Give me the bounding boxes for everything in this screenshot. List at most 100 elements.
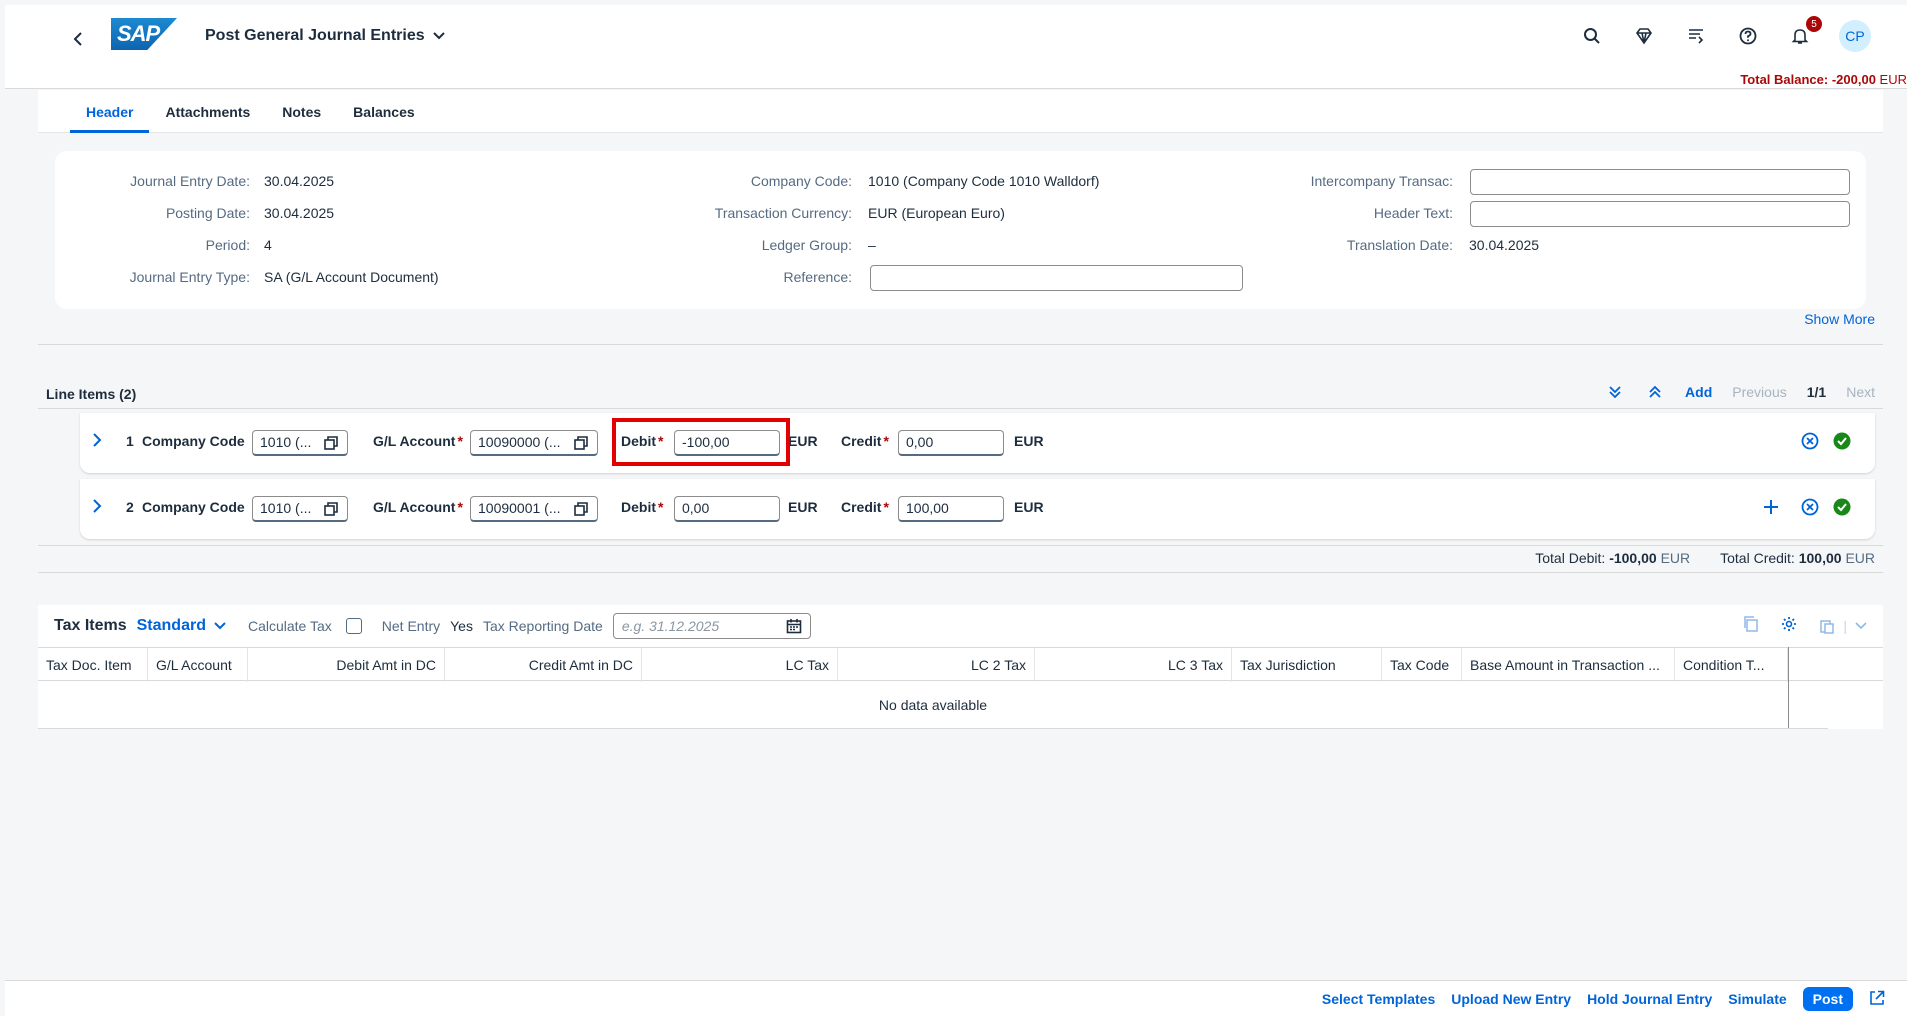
column-header[interactable]: Condition T... — [1675, 648, 1788, 682]
sap-logo[interactable]: SAP — [111, 18, 177, 50]
notes-button[interactable] — [1683, 23, 1709, 49]
double-chevron-up-icon — [1649, 385, 1661, 398]
company-code-input[interactable]: 1010 (... — [252, 496, 348, 522]
column-header[interactable]: Base Amount in Transaction ... — [1462, 648, 1675, 682]
avatar[interactable]: CP — [1839, 20, 1871, 52]
help-button[interactable] — [1735, 23, 1761, 49]
column-header[interactable]: Tax Doc. Item — [38, 648, 148, 682]
page-indicator: 1/1 — [1806, 384, 1827, 400]
header-form: Journal Entry Date: 30.04.2025 Posting D… — [55, 151, 1866, 309]
expand-row-button[interactable] — [92, 433, 102, 447]
calculate-tax-label: Calculate Tax — [247, 618, 332, 634]
success-check-icon — [1833, 432, 1851, 450]
expand-row-button[interactable] — [92, 499, 102, 513]
value-help-icon[interactable] — [323, 435, 339, 451]
collapse-all-button[interactable] — [1645, 382, 1665, 402]
line-items-toolbar: Add Previous 1/1 Next — [1605, 382, 1875, 402]
total-credit-value: 100,00 — [1798, 550, 1842, 566]
decline-icon — [1801, 432, 1819, 450]
hold-journal-entry-button[interactable]: Hold Journal Entry — [1587, 991, 1712, 1007]
tab-balances[interactable]: Balances — [337, 90, 430, 133]
tax-reporting-date-input[interactable]: e.g. 31.12.2025 — [612, 613, 811, 639]
back-button[interactable] — [67, 27, 91, 51]
chevron-right-icon — [93, 433, 102, 447]
column-header[interactable]: G/L Account — [148, 648, 248, 682]
total-debit-label: Total Debit: — [1535, 550, 1606, 566]
upload-new-entry-button[interactable]: Upload New Entry — [1451, 991, 1571, 1007]
total-balance: Total Balance: -200,00 EUR — [1740, 72, 1907, 87]
tab-notes[interactable]: Notes — [266, 90, 337, 133]
column-header[interactable]: Credit Amt in DC — [445, 648, 642, 682]
header-text-input[interactable] — [1470, 201, 1850, 227]
double-chevron-down-icon — [1609, 386, 1621, 399]
gl-account-input[interactable]: 10090001 (... — [470, 496, 598, 522]
expand-all-button[interactable] — [1605, 382, 1625, 402]
required-marker: * — [457, 499, 463, 515]
column-header[interactable]: Tax Code — [1382, 648, 1462, 682]
credit-input[interactable]: 0,00 — [898, 430, 1004, 456]
column-header[interactable]: Debit Amt in DC — [248, 648, 445, 682]
gl-account-label-text: G/L Account — [373, 433, 456, 449]
post-button[interactable]: Post — [1802, 987, 1853, 1011]
calculate-tax-checkbox[interactable] — [345, 618, 362, 634]
row-number: 1 — [126, 433, 134, 449]
net-entry-label: Net Entry — [381, 618, 441, 634]
company-code-label: Company Code — [142, 433, 245, 449]
line-item-row: 2 Company Code 1010 (... G/L Account * 10… — [80, 479, 1875, 539]
list-icon — [1689, 29, 1704, 44]
company-code-input[interactable]: 1010 (... — [252, 430, 348, 456]
diamond-icon — [1636, 28, 1652, 45]
tab-header[interactable]: Header — [70, 90, 150, 133]
debit-currency: EUR — [788, 499, 818, 515]
joule-button[interactable] — [1631, 23, 1657, 49]
simulate-button[interactable]: Simulate — [1728, 991, 1786, 1007]
variant-selector[interactable]: Standard — [137, 617, 226, 635]
column-header[interactable]: LC 3 Tax — [1035, 648, 1232, 682]
paste-menu-button[interactable]: | — [1819, 618, 1867, 634]
chevron-down-icon — [432, 32, 445, 40]
add-button[interactable]: Add — [1685, 384, 1712, 400]
value-help-icon[interactable] — [573, 435, 589, 451]
show-more-link[interactable]: Show More — [1804, 311, 1875, 327]
divider — [38, 572, 1883, 573]
reference-input[interactable] — [870, 265, 1243, 291]
tax-items-table: Tax Items Standard Calculate Tax Net Ent… — [38, 605, 1883, 729]
tab-attachments[interactable]: Attachments — [149, 90, 266, 133]
value-help-icon[interactable] — [323, 501, 339, 517]
add-row-button[interactable] — [1762, 498, 1780, 516]
value-help-icon[interactable] — [573, 501, 589, 517]
share-button[interactable] — [1869, 990, 1885, 1009]
row-status — [1833, 498, 1851, 516]
required-marker: * — [658, 499, 664, 515]
column-header[interactable]: Tax Jurisdiction — [1232, 648, 1382, 682]
field-label: Intercompany Transac: — [1310, 173, 1453, 189]
net-entry-value: Yes — [450, 618, 473, 634]
delete-row-button[interactable] — [1801, 498, 1819, 516]
debit-input[interactable]: 0,00 — [674, 496, 780, 522]
tax-toolbar: Tax Items Standard Calculate Tax Net Ent… — [38, 605, 1883, 647]
previous-button[interactable]: Previous — [1732, 384, 1786, 400]
company-code-value: 1010 (... — [260, 500, 312, 516]
select-templates-button[interactable]: Select Templates — [1322, 991, 1435, 1007]
column-header[interactable]: LC 2 Tax — [838, 648, 1035, 682]
app-title-menu[interactable]: Post General Journal Entries — [205, 27, 445, 45]
delete-row-button[interactable] — [1801, 432, 1819, 450]
copy-button[interactable] — [1743, 616, 1759, 635]
gl-account-input[interactable]: 10090000 (... — [470, 430, 598, 456]
column-header[interactable]: LC Tax — [642, 648, 838, 682]
notifications-button[interactable]: 5 — [1787, 16, 1822, 49]
row-number: 2 — [126, 499, 134, 515]
intercompany-input[interactable] — [1470, 169, 1850, 195]
tax-items-title: Tax Items — [54, 617, 127, 634]
calendar-icon[interactable] — [786, 618, 802, 637]
paste-icon — [1820, 619, 1835, 634]
help-icon — [1739, 27, 1757, 45]
settings-button[interactable] — [1781, 616, 1797, 635]
total-credit: Total Credit: 100,00 EUR — [1720, 550, 1875, 566]
footer-toolbar: Select Templates Upload New Entry Hold J… — [5, 980, 1907, 1016]
next-button[interactable]: Next — [1846, 384, 1875, 400]
search-button[interactable] — [1579, 23, 1605, 49]
credit-label-text: Credit — [841, 499, 882, 515]
credit-input[interactable]: 100,00 — [898, 496, 1004, 522]
divider — [38, 408, 1883, 409]
